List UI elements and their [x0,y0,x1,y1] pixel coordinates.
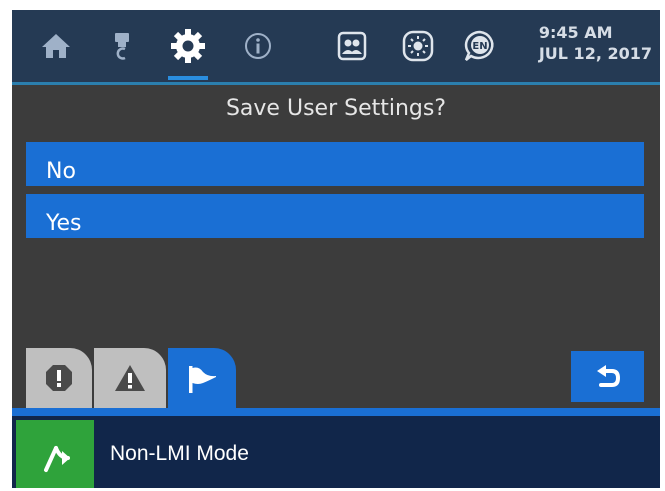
users-icon [337,31,367,61]
wrench-icon [115,33,129,60]
tools-button[interactable] [100,24,144,68]
language-code: EN [472,41,487,52]
tab-strip [12,408,660,416]
back-button[interactable] [571,351,644,402]
date-text: JUL 12, 2017 [538,44,652,63]
status-bar: Non-LMI Mode [12,416,660,488]
top-bar: EN 9:45 AM JUL 12, 2017 [12,10,660,82]
brightness-button[interactable] [396,24,440,68]
curved-arrow-icon [44,446,70,472]
users-button[interactable] [330,24,374,68]
mode-label: Non-LMI Mode [110,442,249,465]
option-yes-label: Yes [46,211,82,236]
option-no-label: No [46,159,76,184]
warning-icon [115,365,145,391]
top-bar-divider [12,82,660,85]
brightness-icon [402,30,434,62]
option-no-button[interactable]: No [26,142,644,186]
screen: EN 9:45 AM JUL 12, 2017 Save User Settin… [12,10,660,488]
tab-flags[interactable] [168,348,236,410]
language-icon: EN [464,30,494,61]
dialog-title: Save User Settings? [225,96,447,121]
language-button[interactable]: EN [458,24,502,68]
time-text: 9:45 AM [538,23,613,42]
option-yes-button[interactable]: Yes [26,194,644,238]
tab-critical-alerts[interactable] [26,348,92,408]
home-icon [42,34,70,58]
mode-indicator [16,420,94,488]
gear-icon [171,29,205,63]
info-icon [245,33,271,59]
home-button[interactable] [34,24,78,68]
info-button[interactable] [236,24,280,68]
critical-alert-icon [46,365,72,391]
flag-icon [189,366,216,393]
settings-button[interactable] [166,24,210,80]
tab-warnings[interactable] [94,348,166,408]
undo-arrow-icon [596,364,620,387]
clock: 9:45 AM JUL 12, 2017 [539,22,652,64]
